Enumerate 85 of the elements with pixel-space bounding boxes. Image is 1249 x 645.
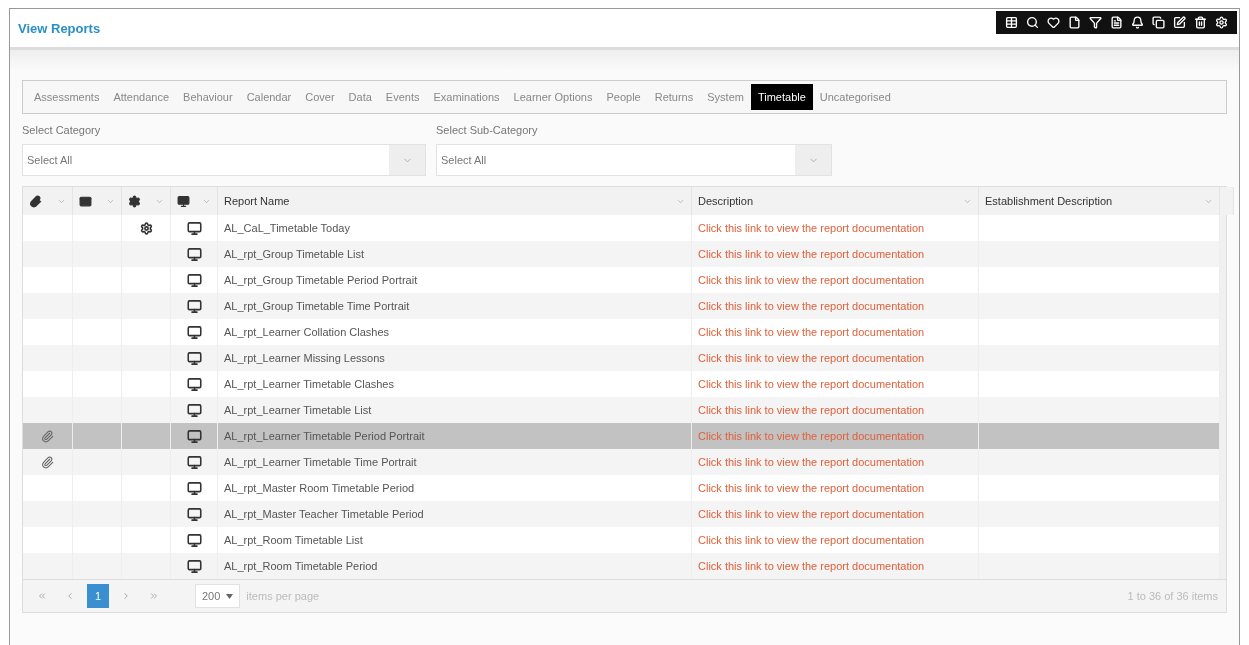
monitor-icon[interactable] xyxy=(186,558,202,574)
filter-label: Select Category xyxy=(22,124,102,136)
report-row[interactable]: AL_rpt_Learner Missing Lessons Click this link to view the report documentation xyxy=(23,345,1220,371)
first-page-icon xyxy=(37,591,47,601)
report-name: AL_rpt_Room Timetable List xyxy=(224,534,363,546)
documentation-link[interactable]: Click this link to view the report documentation xyxy=(698,352,925,364)
documentation-link[interactable]: Click this link to view the report documentation xyxy=(698,222,925,234)
documentation-link[interactable]: Click this link to view the report documentation xyxy=(698,326,925,338)
category-tab[interactable]: Events xyxy=(378,84,427,110)
documentation-link[interactable]: Click this link to view the report documentation xyxy=(698,560,925,572)
category-tab[interactable]: Examinations xyxy=(426,84,507,110)
column-header[interactable]: Report Name xyxy=(224,195,290,207)
report-name: AL_rpt_Learner Timetable Time Portrait xyxy=(224,456,417,468)
documentation-link[interactable]: Click this link to view the report documentation xyxy=(698,248,925,260)
report-name: AL_rpt_Learner Missing Lessons xyxy=(224,352,385,364)
documentation-link[interactable]: Click this link to view the report documentation xyxy=(698,300,925,312)
monitor-icon xyxy=(177,194,190,208)
report-row[interactable]: AL_rpt_Group Timetable List Click this link to view the report documentation xyxy=(23,241,1220,267)
copy-icon[interactable] xyxy=(1149,14,1168,31)
documentation-link[interactable]: Click this link to view the report documentation xyxy=(698,456,925,468)
documentation-link[interactable]: Click this link to view the report documentation xyxy=(698,508,925,520)
monitor-icon[interactable] xyxy=(186,506,202,522)
settings-icon xyxy=(128,194,141,208)
category-tab[interactable]: Learner Options xyxy=(506,84,600,110)
monitor-icon[interactable] xyxy=(186,454,202,470)
report-name: AL_rpt_Group Timetable List xyxy=(224,248,365,260)
monitor-icon[interactable] xyxy=(186,246,202,262)
monitor-icon[interactable] xyxy=(186,324,202,340)
category-tab[interactable]: Behaviour xyxy=(176,84,240,110)
report-row[interactable]: AL_rpt_Group Timetable Time Portrait Click this link to view the report documentation xyxy=(23,293,1220,319)
report-row[interactable]: AL_rpt_Learner Timetable Time Portrait Click this link to view the report documentation xyxy=(23,449,1220,475)
category-tab[interactable]: Attendance xyxy=(106,84,177,110)
report-name: AL_rpt_Master Room Timetable Period xyxy=(224,482,415,494)
documentation-link[interactable]: Click this link to view the report documentation xyxy=(698,430,925,442)
category-tab[interactable]: System xyxy=(700,84,751,110)
dropdown-caret-icon xyxy=(226,593,234,599)
documentation-link[interactable]: Click this link to view the report documentation xyxy=(698,534,925,546)
documentation-link[interactable]: Click this link to view the report documentation xyxy=(698,404,925,416)
page-title: View Reports xyxy=(18,20,101,36)
documentation-link[interactable]: Click this link to view the report documentation xyxy=(698,378,925,390)
monitor-icon[interactable] xyxy=(186,402,202,418)
monitor-icon[interactable] xyxy=(186,480,202,496)
monitor-icon[interactable] xyxy=(186,350,202,366)
report-row[interactable]: AL_rpt_Learner Timetable Period Portrait Click this link to view the report documentation xyxy=(23,423,1220,449)
page-button[interactable]: 1 xyxy=(87,584,109,608)
report-name: AL_rpt_Master Teacher Timetable Period xyxy=(224,508,424,520)
category-tab[interactable]: Returns xyxy=(647,84,701,110)
report-row[interactable]: AL_rpt_Master Teacher Timetable Period Click this link to view the report documentation xyxy=(23,501,1220,527)
documentation-link[interactable]: Click this link to view the report documentation xyxy=(698,482,925,494)
category-tab[interactable]: Assessments xyxy=(27,84,107,110)
monitor-icon[interactable] xyxy=(186,220,202,236)
category-tab[interactable]: Timetable xyxy=(750,84,813,110)
monitor-icon[interactable] xyxy=(186,376,202,392)
filter-label: Select Sub-Category xyxy=(436,124,539,136)
category-tab[interactable]: Uncategorised xyxy=(812,84,898,110)
filter-icon[interactable] xyxy=(1086,14,1105,31)
report-name: AL_rpt_Learner Collation Clashes xyxy=(224,326,390,338)
column-header[interactable]: Description xyxy=(698,195,754,207)
report-name: AL_CaL_Timetable Today xyxy=(224,222,350,234)
report-row[interactable]: AL_rpt_Learner Timetable List Click this link to view the report documentation xyxy=(23,397,1220,423)
monitor-icon[interactable] xyxy=(186,298,202,314)
page-size-select[interactable]: 200 xyxy=(195,584,241,608)
category-select[interactable]: Select All xyxy=(22,144,426,176)
documentation-link[interactable]: Click this link to view the report documentation xyxy=(698,274,925,286)
report-name: AL_rpt_Group Timetable Time Portrait xyxy=(224,300,410,312)
report-name: AL_rpt_Learner Timetable List xyxy=(224,404,372,416)
report-name: AL_rpt_Group Timetable Period Portrait xyxy=(224,274,418,286)
category-tab[interactable]: Data xyxy=(341,84,379,110)
category-select[interactable]: Select All xyxy=(436,144,832,176)
paperclip-icon xyxy=(29,194,42,208)
mail-icon xyxy=(79,194,92,208)
previous-icon xyxy=(65,591,75,601)
category-tab[interactable]: Calendar xyxy=(239,84,299,110)
report-row[interactable]: AL_rpt_Room Timetable Period Click this link to view the report documentation xyxy=(23,553,1220,579)
category-tab[interactable]: Cover xyxy=(298,84,342,110)
category-tab[interactable]: People xyxy=(599,84,648,110)
report-name: AL_rpt_Room Timetable Period xyxy=(224,560,378,572)
last-page-icon xyxy=(149,591,159,601)
report-name: AL_rpt_Learner Timetable Period Portrait xyxy=(224,430,425,442)
monitor-icon[interactable] xyxy=(186,532,202,548)
monitor-icon[interactable] xyxy=(186,428,202,444)
monitor-icon[interactable] xyxy=(186,272,202,288)
next-icon xyxy=(121,591,131,601)
report-name: AL_rpt_Learner Timetable Clashes xyxy=(224,378,394,390)
scrollbar[interactable] xyxy=(1220,215,1226,579)
